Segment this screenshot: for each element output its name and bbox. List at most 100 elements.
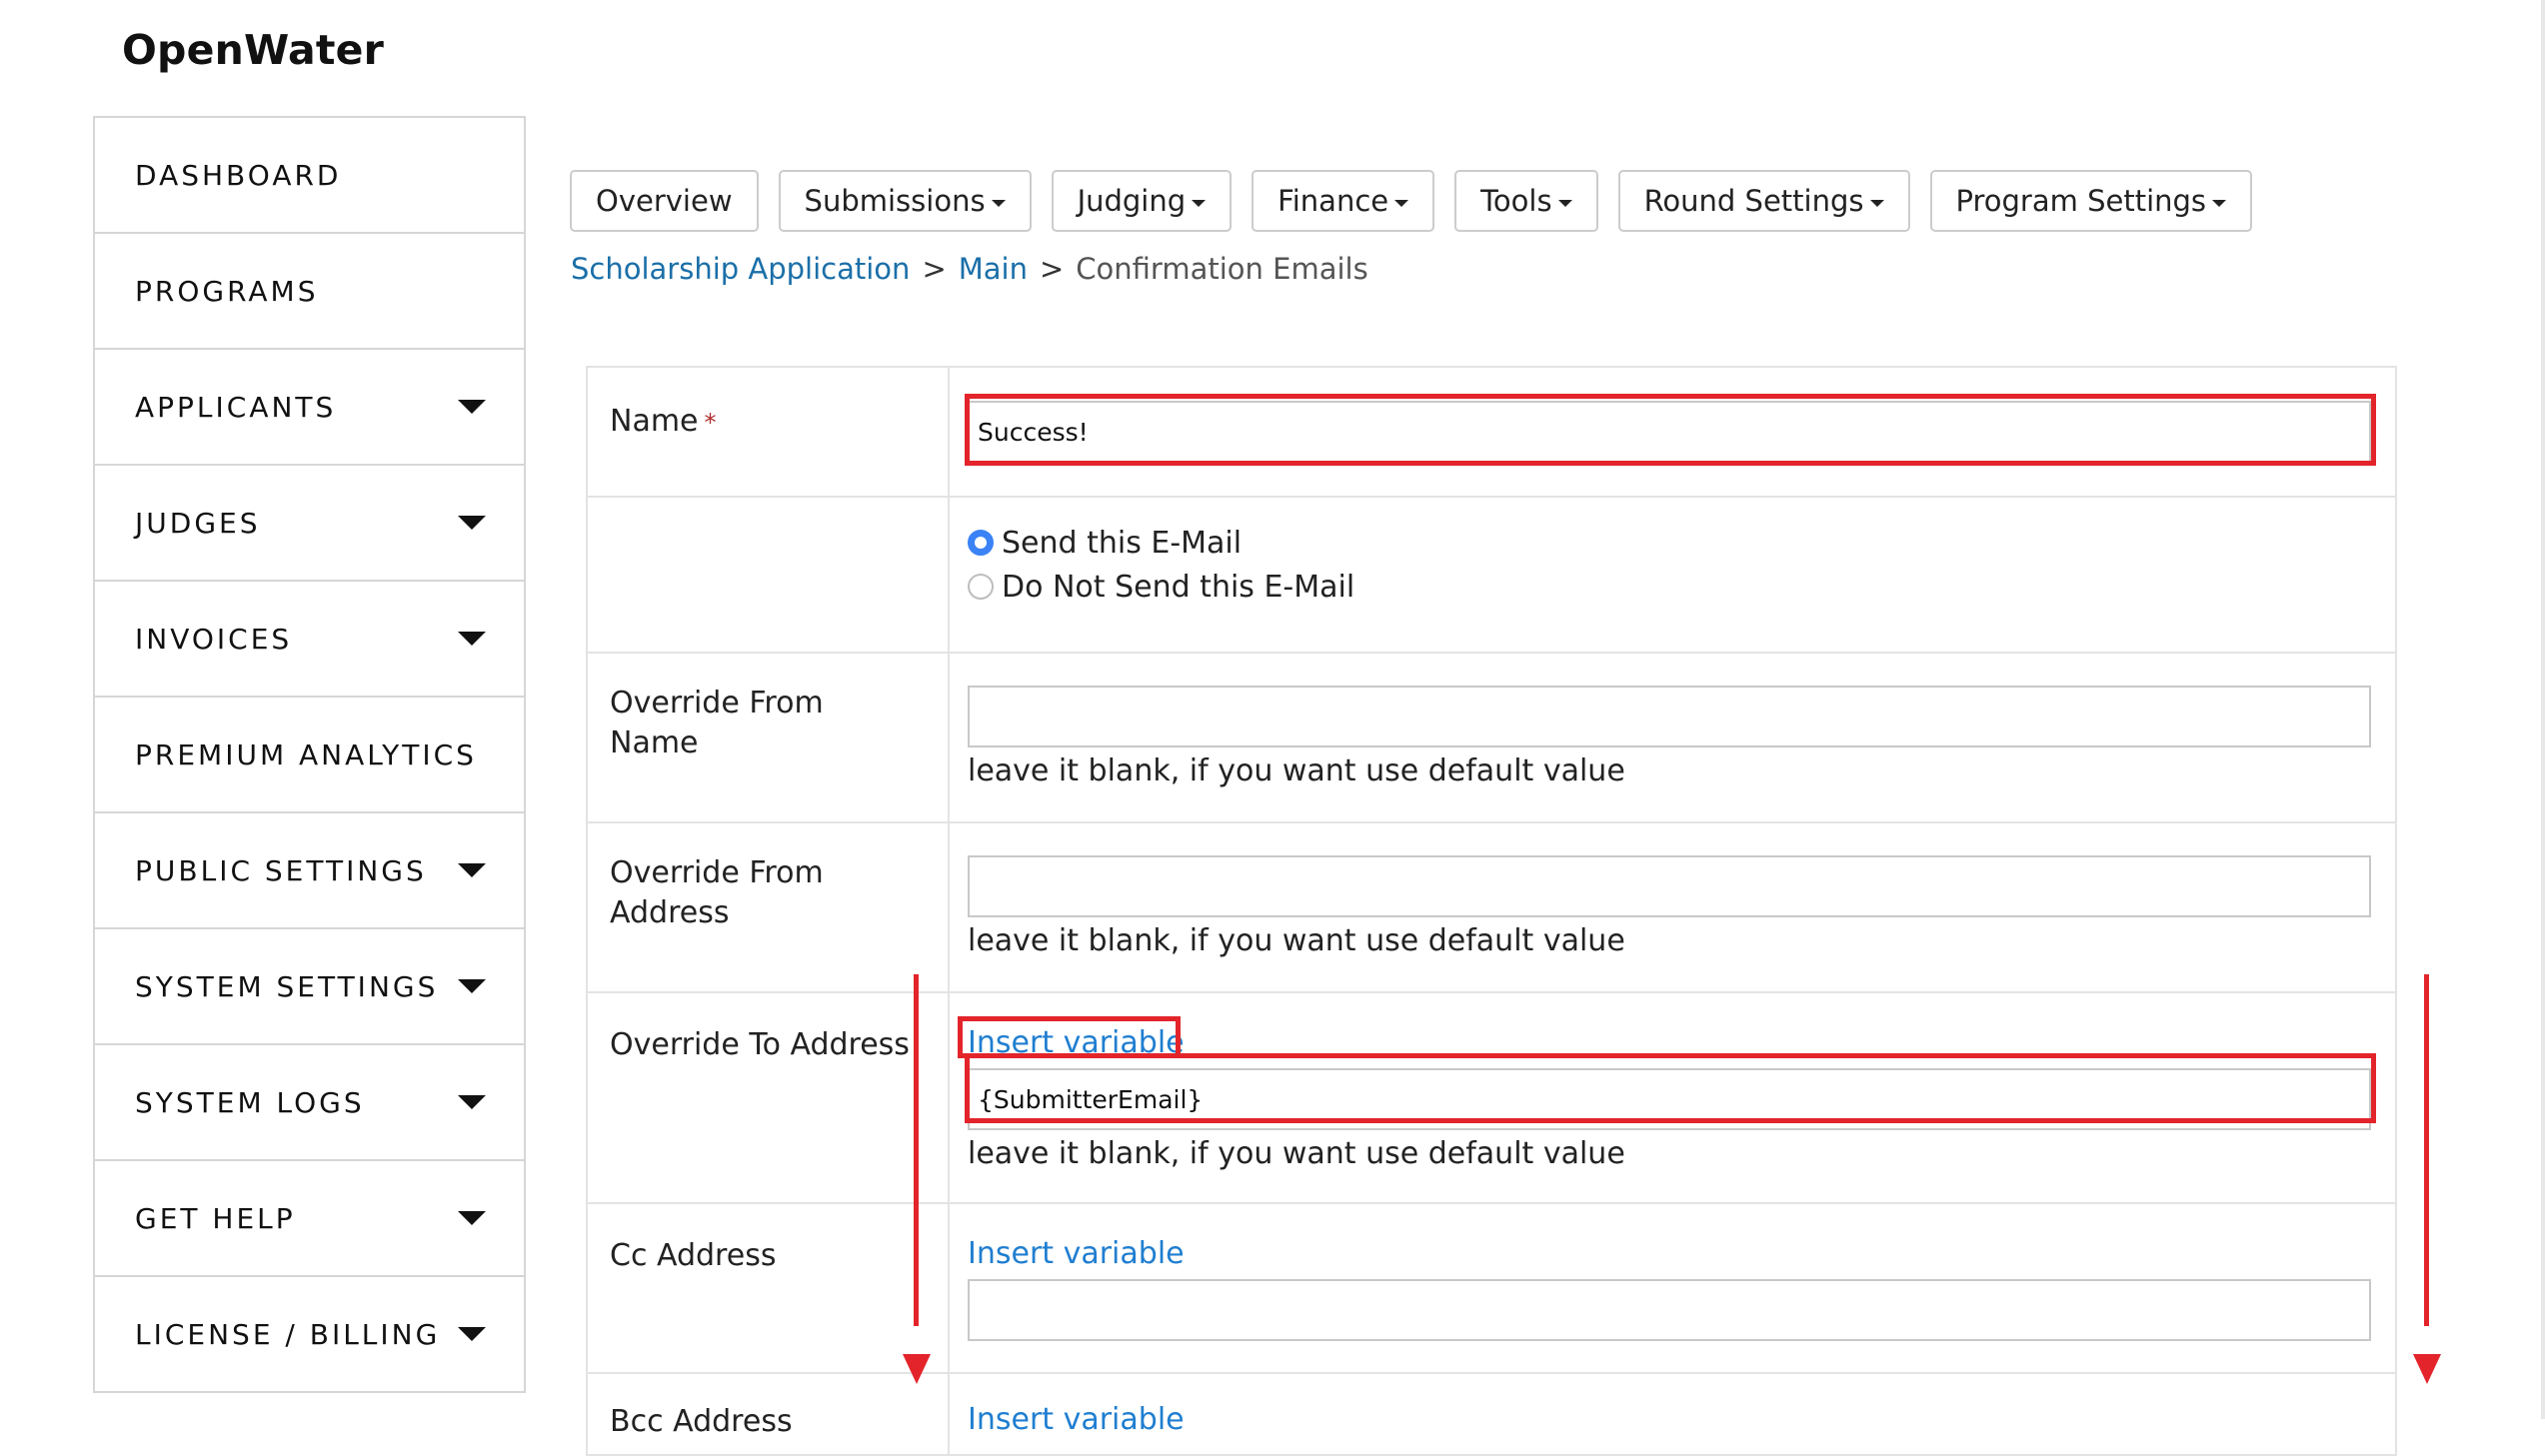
cc-address-input[interactable] bbox=[968, 1279, 2371, 1341]
nav-tools-button[interactable]: Tools bbox=[1454, 170, 1598, 232]
caret-down-icon bbox=[2212, 199, 2227, 207]
form-row-override-to-address: Override To Address Insert variable leav… bbox=[588, 993, 2395, 1204]
cc-insert-variable-link[interactable]: Insert variable bbox=[968, 1236, 1185, 1271]
do-not-send-email-option[interactable]: Do Not Send this E-Mail bbox=[968, 565, 2377, 609]
override-from-address-input[interactable] bbox=[968, 855, 2371, 917]
nav-label: Tools bbox=[1480, 184, 1552, 218]
caret-down-icon bbox=[458, 979, 486, 993]
override-from-address-label-line2: Address bbox=[610, 895, 730, 930]
caret-down-icon bbox=[1557, 199, 1572, 207]
sidebar-item-system-settings[interactable]: SYSTEM SETTINGS bbox=[95, 929, 524, 1045]
send-option-cell: Send this E-Mail Do Not Send this E-Mail bbox=[950, 498, 2395, 652]
cc-address-label: Cc Address bbox=[610, 1238, 777, 1273]
nav-label: Program Settings bbox=[1955, 184, 2207, 218]
caret-down-icon bbox=[458, 516, 486, 530]
caret-down-icon bbox=[991, 199, 1006, 207]
cc-address-cell: Insert variable bbox=[950, 1204, 2395, 1372]
override-from-name-label-cell: Override From Name bbox=[588, 654, 950, 821]
arrow-down-icon bbox=[2413, 1354, 2441, 1384]
radio-unchecked-icon[interactable] bbox=[968, 574, 994, 600]
name-label-cell: Name * bbox=[588, 368, 950, 496]
form-row-name: Name * bbox=[588, 368, 2395, 498]
caret-down-icon bbox=[1869, 199, 1884, 207]
name-input[interactable] bbox=[968, 401, 2371, 463]
sidebar-item-public-settings[interactable]: PUBLIC SETTINGS bbox=[95, 813, 524, 929]
caret-down-icon bbox=[458, 632, 486, 646]
sidebar-item-label: PROGRAMS bbox=[135, 274, 319, 308]
sidebar-item-system-logs[interactable]: SYSTEM LOGS bbox=[95, 1045, 524, 1161]
sidebar-item-premium-analytics[interactable]: PREMIUM ANALYTICS bbox=[95, 698, 524, 813]
top-nav: Overview Submissions Judging Finance Too… bbox=[570, 170, 2272, 232]
sidebar-item-get-help[interactable]: GET HELP bbox=[95, 1161, 524, 1277]
app-title: OpenWater bbox=[122, 26, 385, 74]
override-to-insert-variable-link[interactable]: Insert variable bbox=[968, 1025, 1185, 1060]
override-from-address-cell: leave it blank, if you want use default … bbox=[950, 823, 2395, 991]
sidebar-item-label: PREMIUM ANALYTICS bbox=[135, 737, 477, 771]
nav-label: Judging bbox=[1077, 184, 1187, 218]
sidebar-item-dashboard[interactable]: DASHBOARD bbox=[95, 118, 524, 234]
override-from-name-cell: leave it blank, if you want use default … bbox=[950, 654, 2395, 821]
sidebar-item-applicants[interactable]: APPLICANTS bbox=[95, 350, 524, 466]
window-edge bbox=[2541, 0, 2545, 1419]
form-row-override-from-address: Override From Address leave it blank, if… bbox=[588, 823, 2395, 993]
nav-finance-button[interactable]: Finance bbox=[1252, 170, 1435, 232]
name-value-cell bbox=[950, 368, 2395, 496]
sidebar-item-label: APPLICANTS bbox=[135, 390, 337, 424]
form-row-cc-address: Cc Address Insert variable bbox=[588, 1204, 2395, 1374]
form-row-bcc-address: Bcc Address Insert variable bbox=[588, 1374, 2395, 1456]
annotation-arrow-left bbox=[914, 974, 919, 1326]
bcc-address-cell: Insert variable bbox=[950, 1374, 2395, 1454]
sidebar-item-label: GET HELP bbox=[135, 1201, 296, 1235]
override-from-name-input[interactable] bbox=[968, 686, 2371, 747]
sidebar-item-license-billing[interactable]: LICENSE / BILLING bbox=[95, 1277, 524, 1393]
bcc-address-label-cell: Bcc Address bbox=[588, 1374, 950, 1454]
caret-down-icon bbox=[458, 1327, 486, 1341]
caret-down-icon bbox=[458, 400, 486, 414]
send-email-option[interactable]: Send this E-Mail bbox=[968, 521, 2377, 565]
override-to-address-label: Override To Address bbox=[610, 1027, 910, 1062]
nav-round-settings-button[interactable]: Round Settings bbox=[1617, 170, 1910, 232]
override-to-address-input[interactable] bbox=[968, 1068, 2371, 1130]
sidebar-item-judges[interactable]: JUDGES bbox=[95, 466, 524, 582]
caret-down-icon bbox=[458, 863, 486, 877]
sidebar-item-label: JUDGES bbox=[135, 506, 261, 540]
caret-down-icon bbox=[458, 1211, 486, 1225]
override-to-address-cell: Insert variable leave it blank, if you w… bbox=[950, 993, 2395, 1202]
override-from-name-hint: leave it blank, if you want use default … bbox=[968, 753, 1625, 788]
cc-address-label-cell: Cc Address bbox=[588, 1204, 950, 1372]
send-option-label-cell bbox=[588, 498, 950, 652]
name-label: Name bbox=[610, 404, 699, 439]
caret-down-icon bbox=[1192, 199, 1207, 207]
breadcrumb-link-scholarship-application[interactable]: Scholarship Application bbox=[571, 252, 910, 286]
nav-label: Submissions bbox=[804, 184, 986, 218]
sidebar-item-invoices[interactable]: INVOICES bbox=[95, 582, 524, 698]
form-row-send-option: Send this E-Mail Do Not Send this E-Mail bbox=[588, 498, 2395, 654]
nav-label: Finance bbox=[1277, 184, 1389, 218]
breadcrumb-link-main[interactable]: Main bbox=[959, 252, 1028, 286]
breadcrumb-current: Confirmation Emails bbox=[1076, 252, 1368, 286]
do-not-send-email-label: Do Not Send this E-Mail bbox=[1002, 569, 1355, 605]
sidebar-item-programs[interactable]: PROGRAMS bbox=[95, 234, 524, 350]
nav-judging-button[interactable]: Judging bbox=[1051, 170, 1233, 232]
sidebar-item-label: DASHBOARD bbox=[135, 158, 342, 192]
override-from-address-label: Override From bbox=[610, 855, 824, 890]
override-from-address-label-cell: Override From Address bbox=[588, 823, 950, 991]
nav-overview-button[interactable]: Overview bbox=[570, 170, 759, 232]
nav-label: Overview bbox=[596, 184, 733, 218]
breadcrumb: Scholarship Application > Main > Confirm… bbox=[571, 252, 1368, 286]
breadcrumb-separator: > bbox=[1039, 252, 1065, 286]
sidebar: DASHBOARD PROGRAMS APPLICANTS JUDGES INV… bbox=[93, 116, 526, 1393]
caret-down-icon bbox=[1394, 199, 1409, 207]
bcc-address-label: Bcc Address bbox=[610, 1404, 793, 1439]
override-to-address-hint: leave it blank, if you want use default … bbox=[968, 1136, 1625, 1171]
arrow-down-icon bbox=[903, 1354, 931, 1384]
nav-submissions-button[interactable]: Submissions bbox=[778, 170, 1032, 232]
nav-program-settings-button[interactable]: Program Settings bbox=[1929, 170, 2253, 232]
bcc-insert-variable-link[interactable]: Insert variable bbox=[968, 1402, 1185, 1437]
override-from-name-label-line2: Name bbox=[610, 726, 699, 760]
form-row-override-from-name: Override From Name leave it blank, if yo… bbox=[588, 654, 2395, 823]
required-asterisk-icon: * bbox=[704, 409, 717, 437]
sidebar-item-label: LICENSE / BILLING bbox=[135, 1317, 441, 1351]
override-from-address-hint: leave it blank, if you want use default … bbox=[968, 923, 1625, 958]
radio-checked-icon[interactable] bbox=[968, 530, 994, 556]
